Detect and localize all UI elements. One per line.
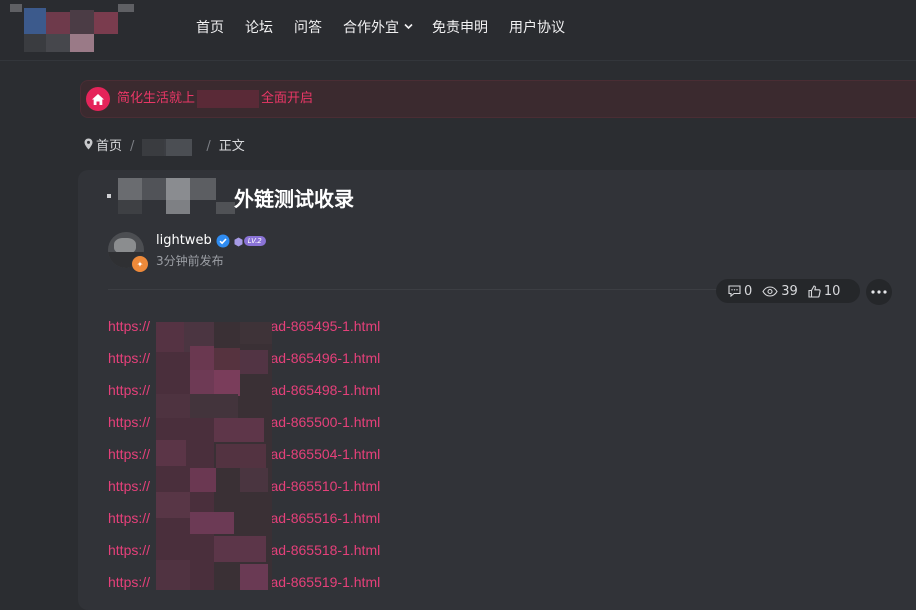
link-prefix: https:// — [108, 478, 151, 494]
post-link[interactable]: https:// read-865498-1.html — [108, 378, 380, 410]
comment-icon — [728, 285, 741, 297]
nav-label: 合作外宜 — [343, 20, 399, 36]
redacted-title-prefix — [107, 178, 235, 216]
post-link[interactable]: https:// read-865504-1.html — [108, 442, 380, 474]
link-prefix: https:// — [108, 318, 151, 334]
thumbs-up-icon — [808, 284, 821, 298]
link-prefix: https:// — [108, 446, 151, 462]
nav-label: 首页 — [196, 20, 224, 36]
nav-item-forum[interactable]: 论坛 — [245, 17, 273, 39]
author-name[interactable]: lightweb — [156, 233, 212, 249]
comment-count-value: 0 — [744, 283, 753, 299]
link-prefix: https:// — [108, 510, 151, 526]
post-link[interactable]: https:// read-865495-1.html — [108, 314, 380, 346]
link-prefix: https:// — [108, 414, 151, 430]
link-suffix: read-865498-1.html — [258, 382, 381, 398]
chevron-down-icon — [404, 23, 413, 30]
breadcrumb-current: 正文 — [218, 139, 245, 154]
more-options-icon[interactable] — [866, 279, 892, 305]
home-icon — [86, 87, 110, 111]
author-row: lightweb LV.2 — [156, 233, 266, 249]
like-count-value: 10 — [823, 283, 841, 299]
link-prefix: https:// — [108, 542, 151, 558]
link-prefix: https:// — [108, 574, 151, 590]
location-pin-icon — [84, 138, 93, 156]
gem-icon — [234, 236, 243, 247]
post-link[interactable]: https:// read-865519-1.html — [108, 570, 380, 602]
eye-icon — [762, 285, 778, 297]
nav-label: 用户协议 — [509, 20, 565, 36]
verified-icon — [216, 234, 230, 248]
breadcrumb-category-link[interactable] — [142, 138, 193, 156]
announcement-text-after: 全面开启 — [261, 91, 314, 106]
like-button[interactable]: 10 — [808, 283, 841, 299]
post-link[interactable]: https:// read-865516-1.html — [108, 506, 380, 538]
comment-count[interactable]: 0 — [728, 284, 752, 299]
post-link[interactable]: https:// read-865496-1.html — [108, 346, 380, 378]
breadcrumb: 首页 / / 正文 — [84, 138, 245, 156]
post-link[interactable]: https:// read-865518-1.html — [108, 538, 380, 570]
link-prefix: https:// — [108, 350, 151, 366]
link-suffix: read-865496-1.html — [258, 350, 381, 366]
level-label: LV.2 — [243, 236, 266, 246]
divider — [108, 289, 728, 290]
link-suffix: read-865504-1.html — [258, 446, 381, 462]
link-suffix: read-865518-1.html — [258, 542, 381, 558]
nav-label: 问答 — [294, 20, 322, 36]
breadcrumb-home-link[interactable]: 首页 — [96, 138, 122, 156]
level-badge: LV.2 — [234, 235, 266, 247]
announcement-text-before: 简化生活就上 — [117, 91, 196, 106]
author-badge-icon: ✦ — [131, 255, 149, 273]
post-link[interactable]: https:// read-865510-1.html — [108, 474, 380, 506]
nav-item-cooperation[interactable]: 合作外宜 — [343, 17, 413, 39]
nav-label: 免责申明 — [432, 20, 488, 36]
nav-item-home[interactable]: 首页 — [196, 17, 224, 39]
nav-label: 论坛 — [245, 20, 273, 36]
link-suffix: read-865519-1.html — [258, 574, 381, 590]
link-suffix: read-865495-1.html — [258, 318, 381, 334]
post-stats: 0 39 10 — [716, 279, 860, 303]
link-suffix: read-865516-1.html — [258, 510, 381, 526]
link-suffix: read-865500-1.html — [258, 414, 381, 430]
post-link[interactable]: https:// read-865500-1.html — [108, 410, 380, 442]
announcement-text: 简化生活就上 全面开启 — [117, 90, 313, 108]
redacted-block — [197, 90, 260, 108]
announcement-bar[interactable]: 简化生活就上 全面开启 — [80, 80, 916, 118]
nav-item-disclaimer[interactable]: 免责申明 — [432, 17, 488, 39]
post-title: 外链测试收录 — [234, 187, 354, 211]
view-count: 39 — [762, 284, 798, 299]
main-nav: 首页 论坛 问答 合作外宜 免责申明 用户协议 — [196, 17, 586, 39]
breadcrumb-separator: / — [206, 139, 211, 154]
post-content-links: https:// read-865495-1.html https:// read-… — [108, 314, 380, 602]
nav-item-user-agreement[interactable]: 用户协议 — [509, 17, 565, 39]
link-suffix: read-865510-1.html — [258, 478, 381, 494]
post-time: 3分钟前发布 — [156, 254, 224, 268]
site-logo[interactable] — [10, 4, 134, 56]
top-navbar: 首页 论坛 问答 合作外宜 免责申明 用户协议 — [0, 0, 916, 61]
view-count-value: 39 — [781, 283, 798, 299]
link-prefix: https:// — [108, 382, 151, 398]
breadcrumb-separator: / — [130, 139, 135, 154]
nav-item-qa[interactable]: 问答 — [294, 17, 322, 39]
